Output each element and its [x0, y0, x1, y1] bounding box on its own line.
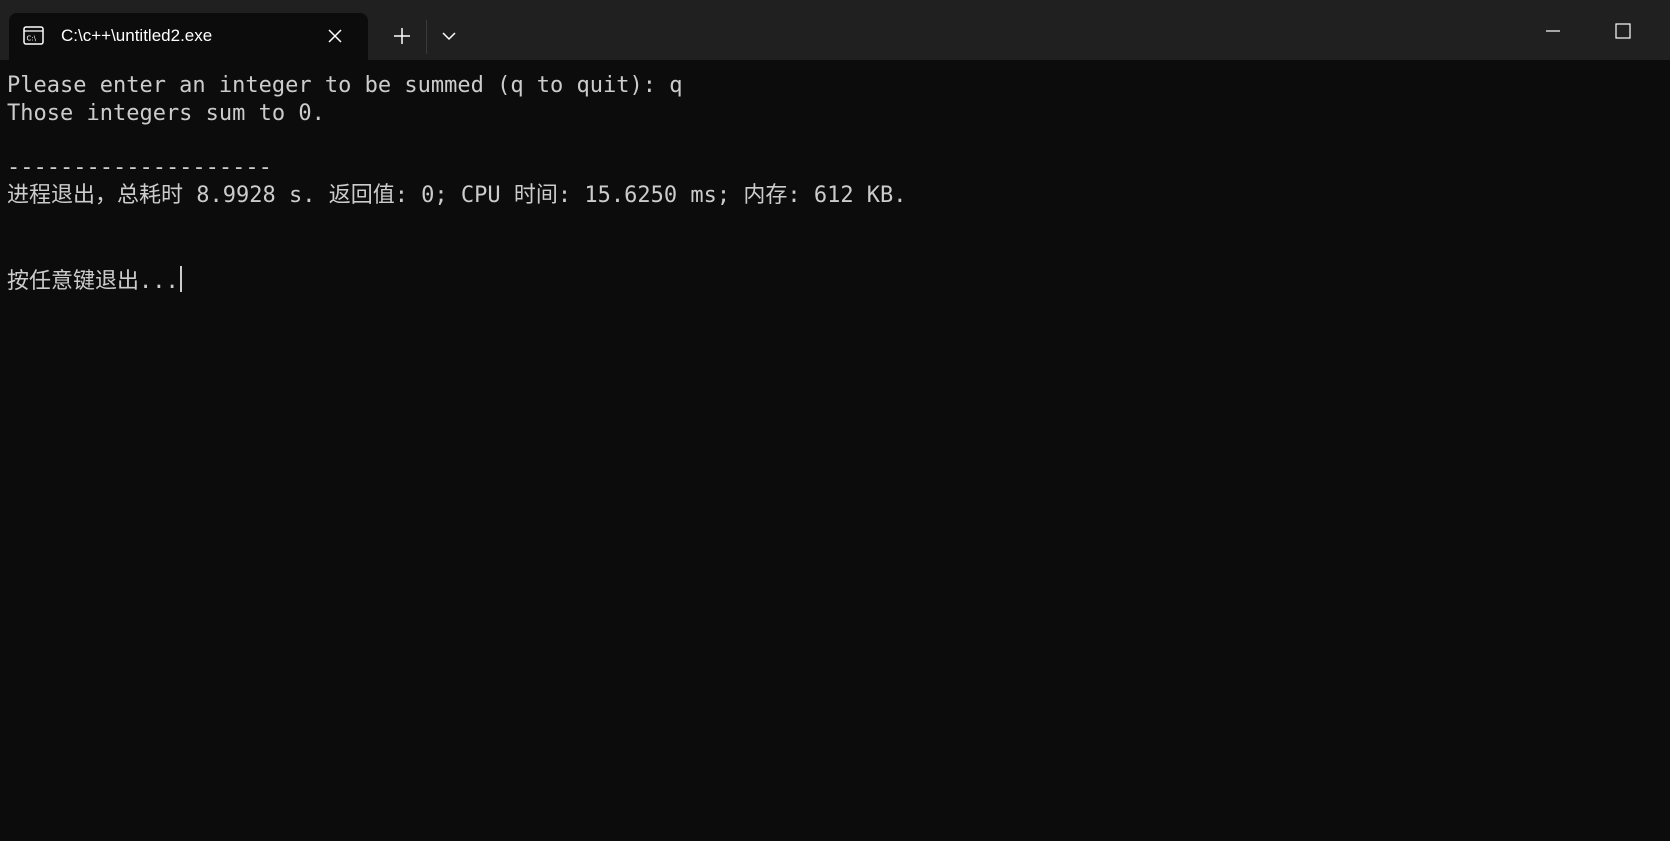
terminal-icon: C:\ — [23, 26, 44, 45]
console-separator-line: -------------------- — [7, 155, 272, 180]
console-prompt-line: 按任意键退出... — [7, 266, 182, 296]
maximize-icon[interactable] — [1606, 14, 1640, 48]
plus-icon[interactable] — [388, 22, 416, 50]
title-bar: C:\ C:\c++\untitled2.exe — [0, 0, 1670, 60]
chevron-down-icon[interactable] — [437, 24, 461, 48]
console-line: Those integers sum to 0. — [7, 101, 325, 126]
tab-title: C:\c++\untitled2.exe — [61, 26, 213, 45]
tab-separator — [426, 20, 427, 54]
tab-active[interactable]: C:\ C:\c++\untitled2.exe — [9, 13, 368, 60]
console-line: 进程退出，总耗时 8.9928 s. 返回值: 0; CPU 时间: 15.62… — [7, 183, 907, 208]
console-output[interactable]: Please enter an integer to be summed (q … — [0, 60, 1670, 841]
minimize-icon[interactable] — [1536, 14, 1570, 48]
svg-text:C:\: C:\ — [27, 35, 37, 43]
console-line: Please enter an integer to be summed (q … — [7, 73, 683, 98]
prompt-text: 按任意键退出... — [7, 269, 179, 294]
terminal-window: C:\ C:\c++\untitled2.exe Please enter an… — [0, 0, 1670, 841]
close-icon[interactable] — [326, 27, 344, 45]
text-cursor — [179, 266, 182, 292]
